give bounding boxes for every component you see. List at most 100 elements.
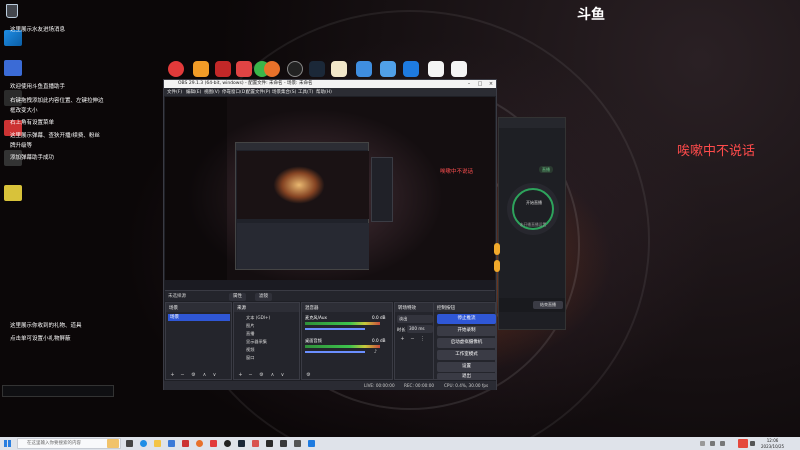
menu-tools[interactable]: 工具(T) bbox=[298, 89, 313, 95]
obs-icon[interactable] bbox=[287, 61, 303, 77]
source-item[interactable]: 显示器采集 bbox=[236, 338, 304, 345]
app-icon[interactable] bbox=[266, 440, 273, 447]
tab-properties[interactable]: 属性 bbox=[229, 293, 246, 301]
menu-help[interactable]: 帮助(H) bbox=[316, 89, 332, 95]
stop-streaming-button[interactable]: 停止推流 bbox=[437, 314, 496, 324]
move-down-button[interactable]: ∨ bbox=[211, 372, 218, 379]
move-up-button[interactable]: ∧ bbox=[269, 372, 276, 379]
file-icon[interactable] bbox=[451, 61, 467, 77]
minimize-icon[interactable]: – bbox=[464, 80, 474, 88]
mixer-channel-name: 桌面音频 bbox=[305, 338, 322, 343]
move-up-button[interactable]: ∧ bbox=[201, 372, 208, 379]
douyu-tray-icon[interactable] bbox=[738, 439, 748, 448]
assistant-side-tab[interactable] bbox=[494, 260, 500, 272]
file-explorer-icon[interactable] bbox=[154, 440, 161, 447]
source-item[interactable]: 视频 bbox=[236, 346, 304, 353]
taskbar-search-input[interactable]: 在这里输入你要搜索的内容 bbox=[17, 438, 121, 449]
steam-icon[interactable] bbox=[309, 61, 325, 77]
menu-file[interactable]: 文件(F) bbox=[167, 89, 182, 95]
scene-settings-button[interactable]: ⚙ bbox=[190, 372, 197, 379]
firefox-icon[interactable] bbox=[196, 440, 203, 447]
edge-icon[interactable] bbox=[140, 440, 147, 447]
app-icon[interactable] bbox=[4, 185, 22, 201]
app-icon[interactable] bbox=[356, 61, 372, 77]
maximize-icon[interactable]: □ bbox=[475, 80, 485, 88]
task-view-icon[interactable] bbox=[126, 440, 133, 447]
app-icon[interactable] bbox=[308, 440, 315, 447]
tab-filters[interactable]: 滤镜 bbox=[255, 293, 272, 301]
app-icon[interactable] bbox=[215, 61, 231, 77]
app-icon[interactable] bbox=[182, 440, 189, 447]
tray-icon[interactable] bbox=[710, 441, 715, 446]
app-icon[interactable] bbox=[280, 440, 287, 447]
remove-transition-button[interactable]: − bbox=[409, 336, 416, 343]
audio-meter bbox=[305, 322, 380, 325]
move-down-button[interactable]: ∨ bbox=[279, 372, 286, 379]
mixer-dock: 混音器 麦克风/Aux 0.0 dB 桌面音频 0.0 dB ♪ ⚙ bbox=[301, 302, 393, 380]
app-icon[interactable] bbox=[403, 61, 419, 77]
start-button-icon[interactable] bbox=[4, 440, 11, 447]
speaker-icon[interactable]: ♪ bbox=[372, 349, 379, 356]
store-icon[interactable] bbox=[168, 440, 175, 447]
menu-edit[interactable]: 编辑(E) bbox=[186, 89, 201, 95]
nested-preview bbox=[237, 151, 369, 219]
app-icon[interactable] bbox=[380, 61, 396, 77]
preview-taskbar bbox=[165, 280, 495, 290]
taskbar-clock[interactable]: 12:06 2023/10/25 bbox=[761, 438, 784, 449]
tray-chevron-icon[interactable] bbox=[700, 441, 705, 446]
add-scene-button[interactable]: + bbox=[169, 372, 176, 379]
app-icon[interactable] bbox=[193, 61, 209, 77]
app-icon[interactable] bbox=[4, 60, 22, 76]
steam-icon[interactable] bbox=[238, 440, 245, 447]
volume-slider[interactable] bbox=[305, 328, 365, 330]
exit-button[interactable]: 退出 bbox=[437, 373, 496, 380]
menu-view[interactable]: 视图(V) bbox=[204, 89, 220, 95]
app-icon[interactable] bbox=[210, 440, 217, 447]
source-item[interactable]: 窗口 bbox=[236, 354, 304, 361]
duration-input[interactable]: 300 ms bbox=[407, 325, 433, 333]
scene-item[interactable]: 场景 bbox=[168, 314, 230, 321]
app-icon[interactable] bbox=[252, 440, 259, 447]
source-item[interactable]: 直播 bbox=[236, 330, 304, 337]
remove-scene-button[interactable]: − bbox=[179, 372, 186, 379]
speaker-icon[interactable] bbox=[750, 441, 755, 446]
scenes-dock: 场景 场景 + − ⚙ ∧ ∨ bbox=[165, 302, 232, 380]
obs-preview[interactable]: 唉嗽中不说话 bbox=[165, 97, 495, 290]
end-live-button[interactable]: 结束直播 bbox=[533, 301, 563, 309]
assistant-side-tab[interactable] bbox=[494, 243, 500, 255]
preview-side-panel bbox=[165, 97, 227, 290]
app-icon[interactable] bbox=[236, 61, 252, 77]
firefox-icon[interactable] bbox=[264, 61, 280, 77]
remove-source-button[interactable]: − bbox=[247, 372, 254, 379]
menu-docks[interactable]: 停靠窗口(D) bbox=[222, 89, 247, 95]
menu-scene-collection[interactable]: 场景集合(S) bbox=[272, 89, 296, 95]
mixer-settings-button[interactable]: ⚙ bbox=[305, 372, 312, 379]
mixer-title: 混音器 bbox=[305, 306, 319, 311]
volume-slider[interactable] bbox=[305, 351, 365, 353]
close-icon[interactable]: × bbox=[486, 80, 496, 88]
menu-profile[interactable]: 配置文件(P) bbox=[246, 89, 270, 95]
app-icon[interactable] bbox=[168, 61, 184, 77]
transition-select[interactable]: 淡出 bbox=[397, 315, 433, 323]
start-recording-button[interactable]: 开始录制 bbox=[437, 326, 496, 336]
source-settings-button[interactable]: ⚙ bbox=[258, 372, 265, 379]
obs-icon[interactable] bbox=[224, 440, 231, 447]
transitions-dock: 转场特效 淡出 时长 300 ms + − ⋮ bbox=[394, 302, 434, 380]
settings-button[interactable]: 设置 bbox=[437, 362, 496, 372]
controls-dock: 控制按钮 停止推流 开始录制 启动虚拟摄像机 工作室模式 设置 退出 bbox=[433, 302, 496, 380]
virtual-camera-button[interactable]: 启动虚拟摄像机 bbox=[437, 338, 496, 348]
app-icon[interactable] bbox=[294, 440, 301, 447]
ring-label: 开始直播 bbox=[526, 200, 542, 205]
add-source-button[interactable]: + bbox=[237, 372, 244, 379]
recycle-bin-icon[interactable] bbox=[6, 4, 18, 18]
source-item[interactable]: 图片 bbox=[236, 322, 304, 329]
source-item[interactable]: 文本 (GDI+) bbox=[236, 314, 304, 321]
nested-docks bbox=[237, 223, 369, 269]
tray-icon[interactable] bbox=[720, 441, 725, 446]
transition-settings-button[interactable]: ⋮ bbox=[419, 336, 426, 343]
file-icon[interactable] bbox=[428, 61, 444, 77]
add-transition-button[interactable]: + bbox=[399, 336, 406, 343]
app-icon[interactable] bbox=[331, 61, 347, 77]
studio-mode-button[interactable]: 工作室模式 bbox=[437, 350, 496, 360]
audio-meter bbox=[305, 345, 380, 348]
